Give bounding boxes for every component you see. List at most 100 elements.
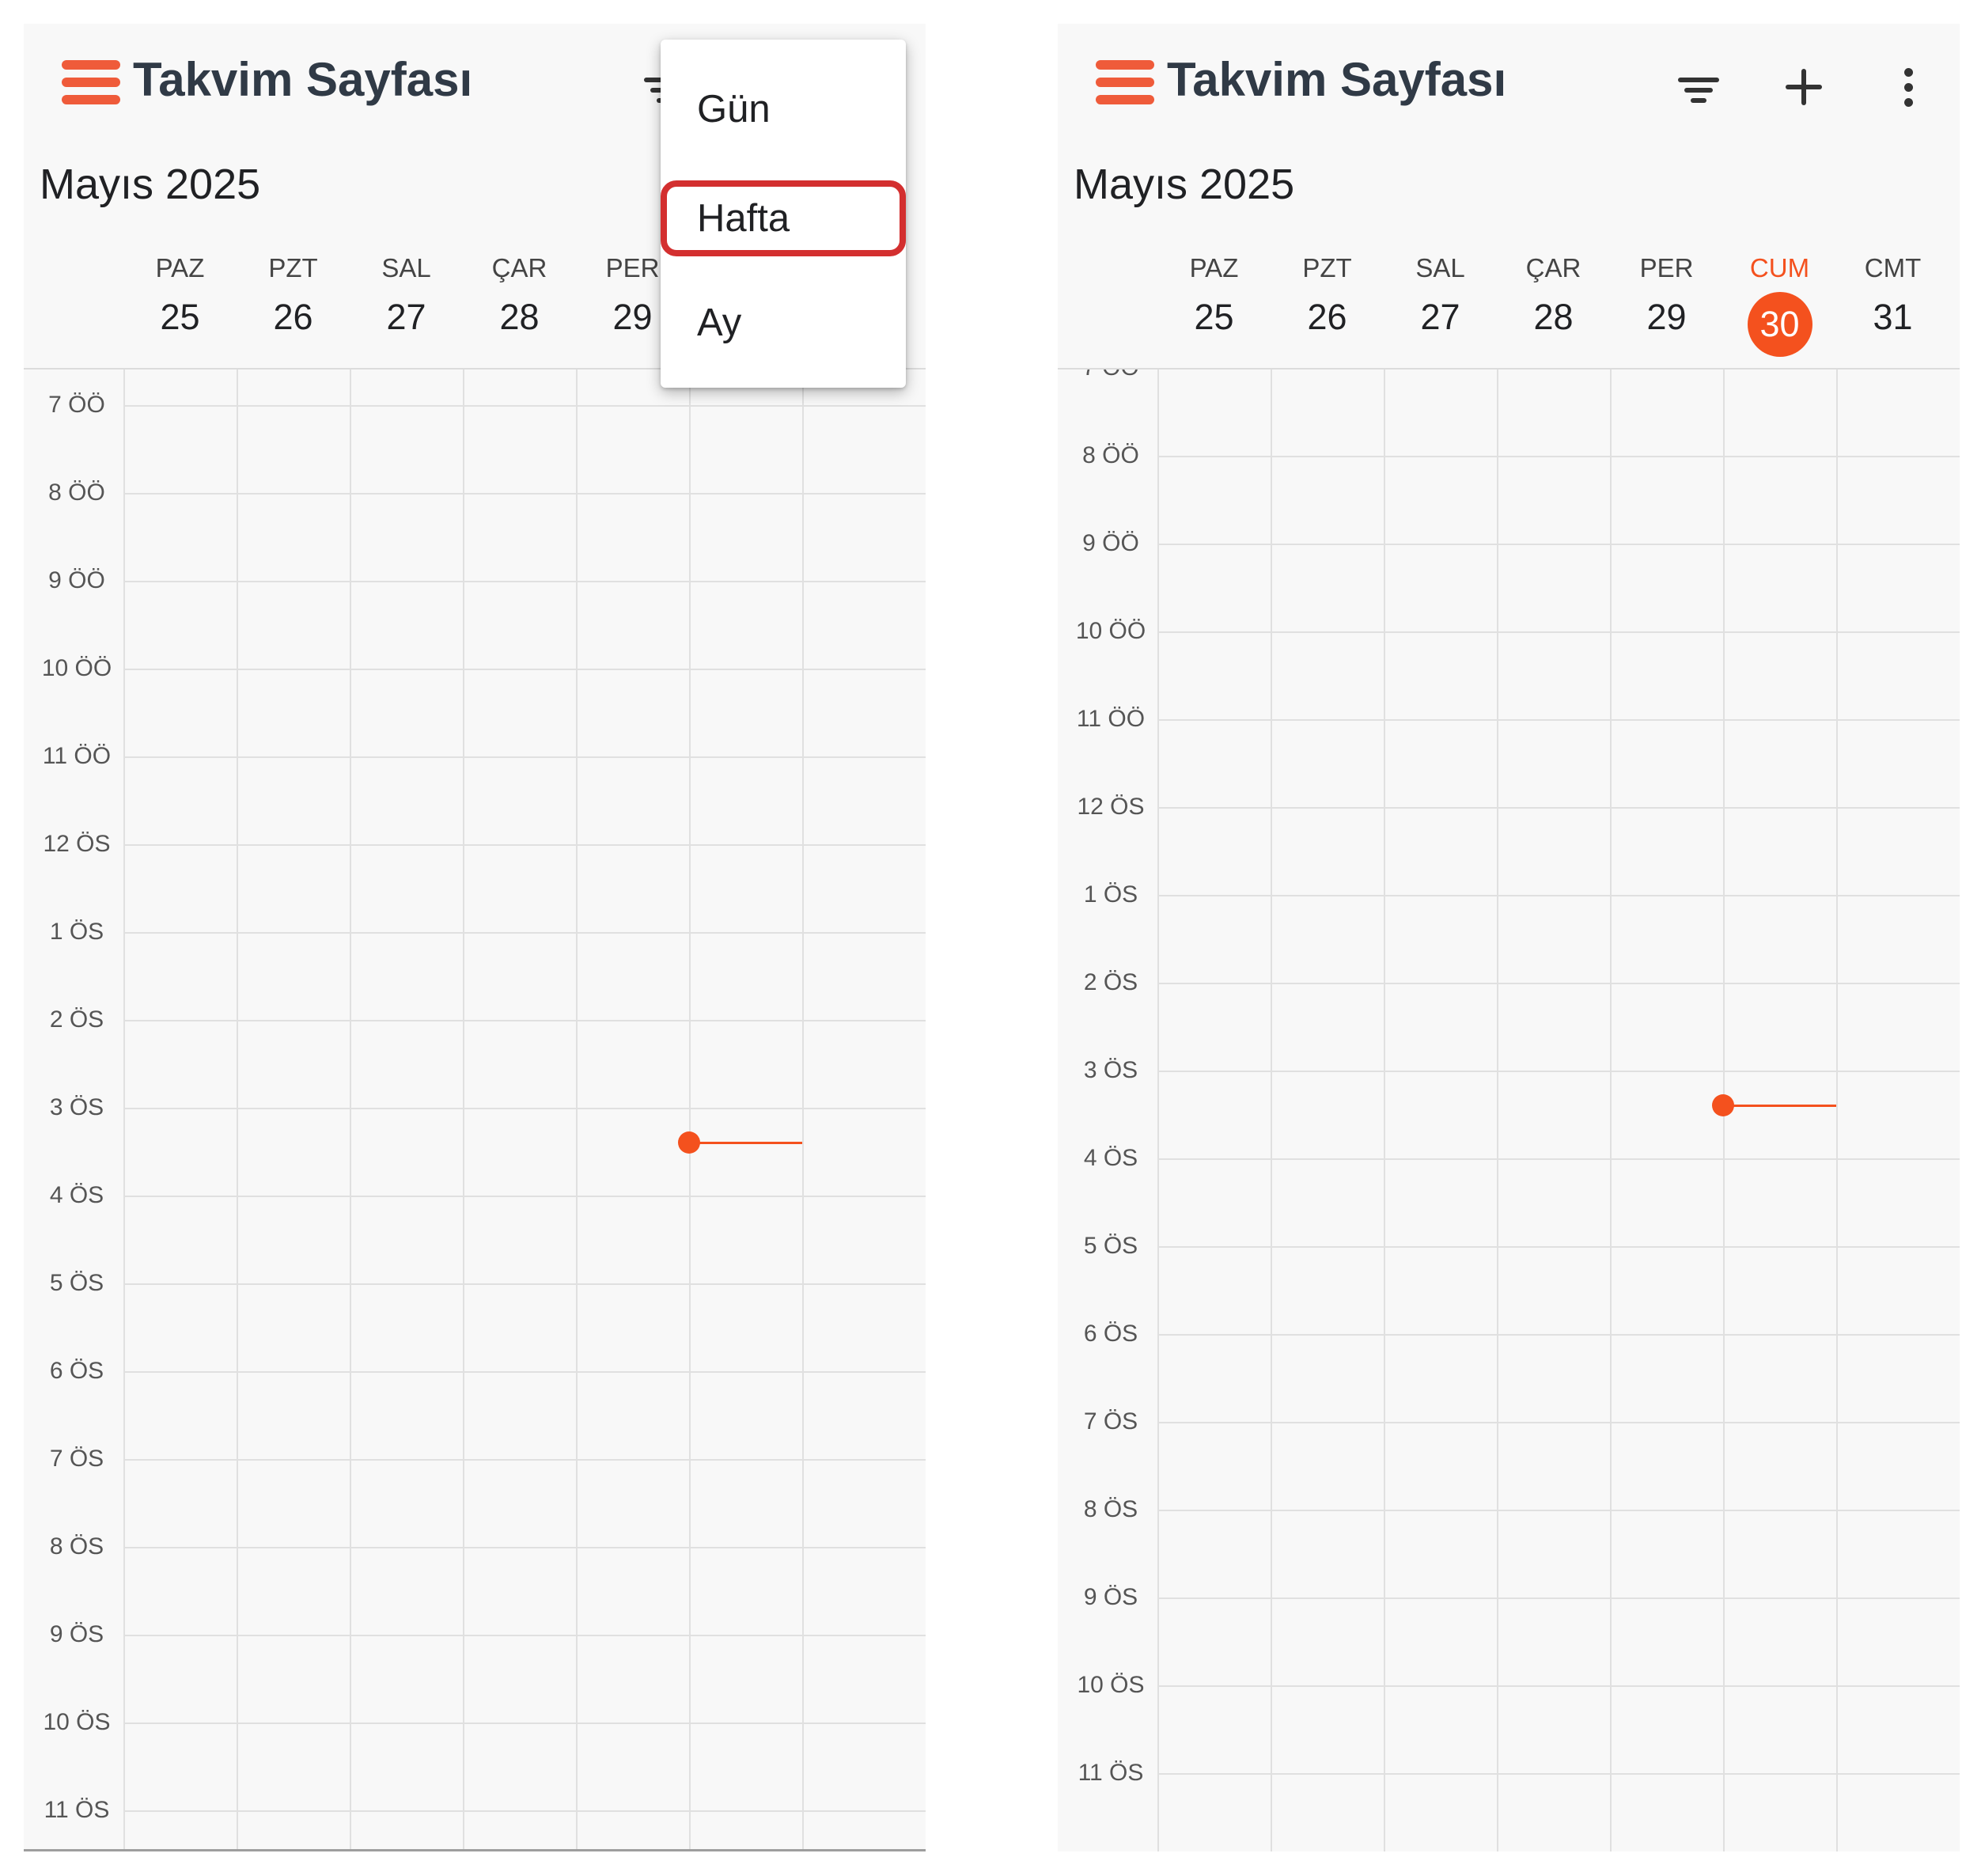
hamburger-menu-icon[interactable] <box>1096 60 1154 104</box>
current-time-line <box>1723 1105 1836 1108</box>
hour-label: 8 ÖÖ <box>1082 442 1139 468</box>
current-time-line <box>689 1142 802 1145</box>
day-name: PZT <box>268 253 318 282</box>
hour-label: 10 ÖS <box>43 1709 111 1735</box>
hour-label: 7 ÖS <box>49 1446 104 1472</box>
hour-label: 12 ÖS <box>43 831 111 857</box>
hour-label: 7 ÖS <box>1083 1408 1138 1434</box>
hour-gridline <box>123 1810 926 1812</box>
hour-gridline <box>123 1723 926 1724</box>
day-name: CUM <box>1749 253 1810 282</box>
hour-label: 5 ÖS <box>49 1270 104 1296</box>
add-event-icon[interactable] <box>1772 55 1835 119</box>
day-number: 25 <box>160 297 200 337</box>
day-header-per[interactable]: PER 29 <box>1610 253 1723 364</box>
hour-label: 10 ÖÖ <box>1075 618 1146 644</box>
hour-gridline <box>1157 1071 1960 1072</box>
day-header-pzt[interactable]: PZT 26 <box>1271 253 1384 364</box>
day-column-divider <box>1836 370 1838 1851</box>
hour-gridline <box>1157 895 1960 896</box>
day-number: 26 <box>1307 297 1347 337</box>
hour-gridline <box>1157 1246 1960 1248</box>
hour-gridline <box>1157 368 1960 370</box>
hour-gridline <box>123 1459 926 1461</box>
current-time-dot <box>1712 1094 1734 1117</box>
calendar-screen-view-menu-open: Takvim Sayfası Mayıs 2025 PAZ 25 PZT 26 SAL 2… <box>24 24 926 1851</box>
hour-gridline <box>1157 1158 1960 1160</box>
day-column-divider <box>1157 370 1159 1851</box>
hour-gridline <box>1157 1597 1960 1599</box>
day-header-çar[interactable]: ÇAR 28 <box>1497 253 1610 364</box>
day-header-cmt[interactable]: CMT 31 <box>1836 253 1949 364</box>
hour-gridline <box>123 1283 926 1285</box>
hour-gridline <box>1157 983 1960 984</box>
view-option-day[interactable]: Gün <box>661 71 906 147</box>
month-title: Mayıs 2025 <box>40 161 261 208</box>
day-column-divider <box>1497 370 1498 1851</box>
hour-gridline <box>123 1108 926 1109</box>
hour-label: 11 ÖÖ <box>1076 706 1146 732</box>
hour-gridline <box>1157 1334 1960 1336</box>
hour-gridline <box>123 1635 926 1636</box>
day-header-cum[interactable]: CUM 30 <box>1723 253 1836 364</box>
view-option-month[interactable]: Ay <box>661 285 906 361</box>
day-column-divider <box>1610 370 1612 1851</box>
hour-gridline <box>123 493 926 495</box>
hour-gridline <box>123 669 926 670</box>
day-number: 29 <box>1646 297 1687 337</box>
app-title: Takvim Sayfası <box>133 53 473 106</box>
week-time-grid[interactable]: 7 ÖÖ 8 ÖÖ 9 ÖÖ 10 ÖÖ 11 ÖÖ 12 ÖS 1 ÖS 2 ÖS 3 ÖS 4… <box>1058 368 1960 1851</box>
hour-label: 4 ÖS <box>49 1182 104 1208</box>
hour-label: 9 ÖÖ <box>1082 530 1139 556</box>
hour-gridline <box>1157 719 1960 721</box>
hour-label: 10 ÖS <box>1077 1672 1145 1698</box>
day-column-divider <box>576 370 578 1851</box>
month-title: Mayıs 2025 <box>1074 161 1295 208</box>
day-column-divider <box>689 370 691 1851</box>
filter-icon[interactable] <box>1667 55 1730 119</box>
hamburger-menu-icon[interactable] <box>62 60 120 104</box>
day-header-pzt[interactable]: PZT 26 <box>237 253 350 364</box>
hour-gridline <box>123 1547 926 1548</box>
hour-label: 7 ÖÖ <box>48 392 105 418</box>
day-header-sal[interactable]: SAL 27 <box>350 253 463 364</box>
hour-label: 11 ÖÖ <box>42 743 112 769</box>
hour-label: 3 ÖS <box>49 1094 104 1120</box>
bottom-divider <box>24 1849 926 1851</box>
hour-label: 3 ÖS <box>1083 1057 1138 1083</box>
week-time-grid[interactable]: 7 ÖÖ 8 ÖÖ 9 ÖÖ 10 ÖÖ 11 ÖÖ 12 ÖS 1 ÖS 2 ÖS 3 ÖS 4… <box>24 368 926 1851</box>
day-name: SAL <box>381 253 431 282</box>
hour-gridline <box>1157 544 1960 545</box>
hour-label: 6 ÖS <box>1083 1321 1138 1347</box>
day-number: 26 <box>273 297 313 337</box>
day-number: 28 <box>499 297 540 337</box>
hour-label: 9 ÖÖ <box>48 567 105 593</box>
hour-gridline <box>123 581 926 582</box>
hour-label: 9 ÖS <box>1083 1584 1138 1610</box>
day-name: ÇAR <box>491 253 547 282</box>
hour-label: 11 ÖS <box>1078 1760 1144 1786</box>
app-title: Takvim Sayfası <box>1167 53 1507 106</box>
hour-label: 10 ÖÖ <box>41 655 112 681</box>
view-mode-dropdown: Gün Hafta Ay <box>661 40 906 388</box>
hour-label: 2 ÖS <box>49 1006 104 1033</box>
hour-gridline <box>123 844 926 846</box>
hour-gridline <box>123 1371 926 1373</box>
hour-label: 4 ÖS <box>1083 1145 1138 1171</box>
hour-gridline <box>123 932 926 934</box>
hour-gridline <box>123 756 926 758</box>
more-options-icon[interactable] <box>1877 55 1940 119</box>
day-number: 27 <box>386 297 426 337</box>
day-header-çar[interactable]: ÇAR 28 <box>463 253 576 364</box>
day-header-paz[interactable]: PAZ 25 <box>1157 253 1271 364</box>
view-option-week[interactable]: Hafta <box>661 180 906 256</box>
hour-label: 11 ÖS <box>44 1797 110 1823</box>
hour-label: 6 ÖS <box>49 1358 104 1384</box>
day-header-paz[interactable]: PAZ 25 <box>123 253 237 364</box>
day-header-sal[interactable]: SAL 27 <box>1384 253 1497 364</box>
hour-gridline <box>1157 1773 1960 1775</box>
day-column-divider <box>802 370 804 1851</box>
hour-label: 7 ÖÖ <box>1058 370 1164 381</box>
day-name: PZT <box>1302 253 1352 282</box>
day-name: CMT <box>1864 253 1922 282</box>
